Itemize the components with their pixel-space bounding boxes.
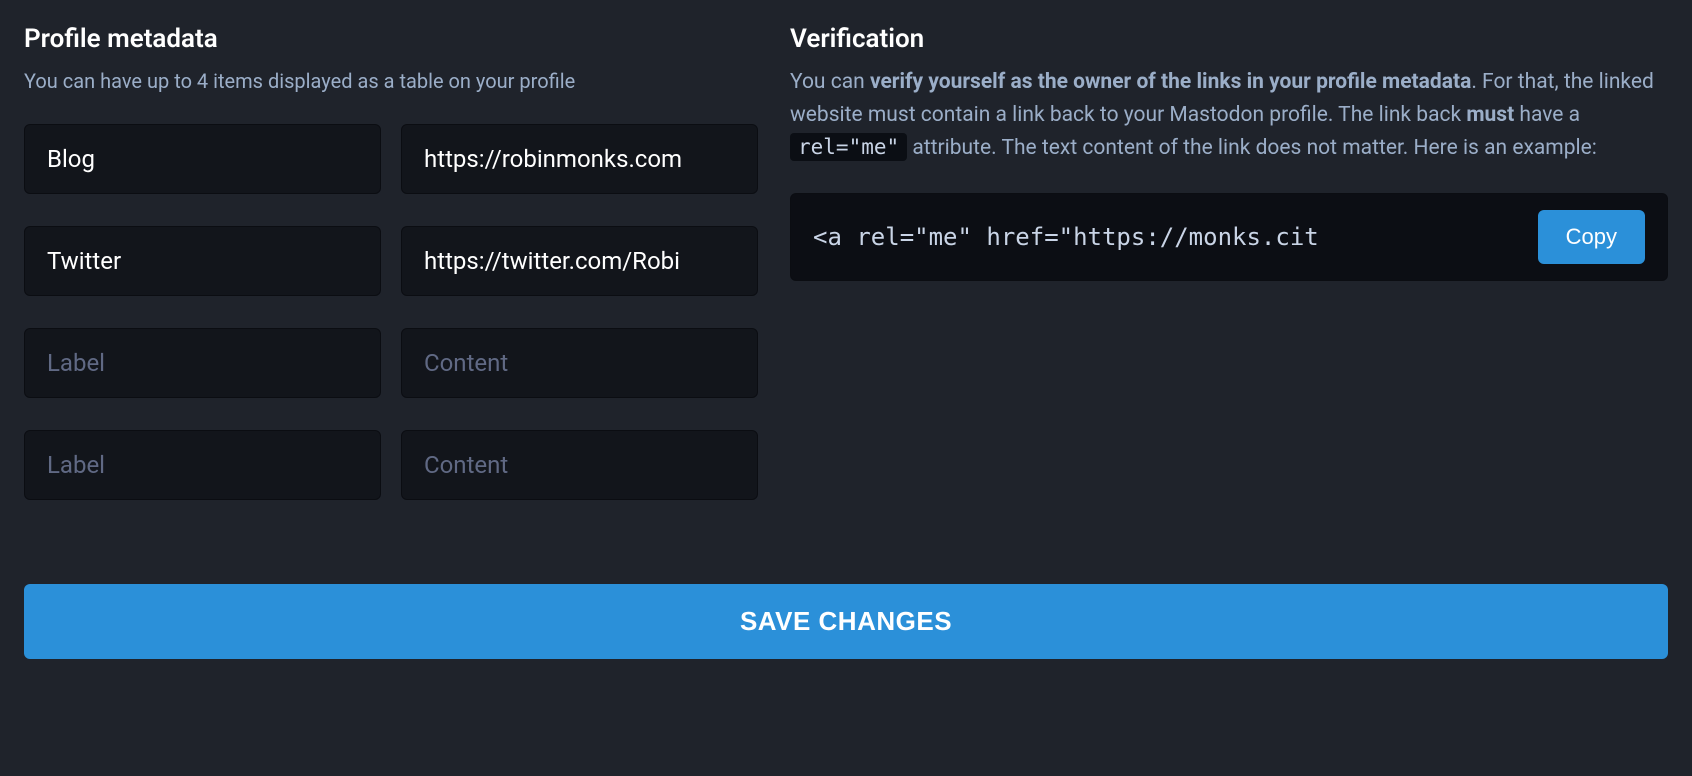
text: attribute. The text content of the link … (907, 136, 1597, 160)
text: You can (790, 70, 870, 94)
field-label-input[interactable] (24, 430, 381, 500)
field-content-input[interactable] (401, 328, 758, 398)
field-label-input[interactable] (24, 328, 381, 398)
inline-code: rel="me" (790, 133, 907, 161)
profile-metadata-rows (24, 124, 758, 500)
table-row (24, 226, 758, 296)
profile-metadata-section: Profile metadata You can have up to 4 it… (24, 24, 758, 500)
table-row (24, 430, 758, 500)
text: have a (1514, 103, 1580, 127)
text-bold: verify yourself as the owner of the link… (870, 70, 1471, 94)
verification-section: Verification You can verify yourself as … (790, 24, 1668, 500)
field-content-input[interactable] (401, 226, 758, 296)
field-label-input[interactable] (24, 124, 381, 194)
field-label-input[interactable] (24, 226, 381, 296)
field-content-input[interactable] (401, 430, 758, 500)
verification-explanation: You can verify yourself as the owner of … (790, 66, 1668, 165)
verification-code-box: <a rel="me" href="https://monks.cit Copy (790, 193, 1668, 281)
table-row (24, 124, 758, 194)
text-bold: must (1466, 103, 1514, 127)
verification-code-snippet: <a rel="me" href="https://monks.cit (813, 223, 1522, 251)
table-row (24, 328, 758, 398)
profile-metadata-heading: Profile metadata (24, 24, 758, 54)
save-changes-button[interactable]: SAVE CHANGES (24, 584, 1668, 659)
verification-heading: Verification (790, 24, 1668, 54)
field-content-input[interactable] (401, 124, 758, 194)
profile-metadata-hint: You can have up to 4 items displayed as … (24, 66, 758, 96)
settings-columns: Profile metadata You can have up to 4 it… (24, 24, 1668, 500)
copy-button[interactable]: Copy (1538, 210, 1645, 264)
